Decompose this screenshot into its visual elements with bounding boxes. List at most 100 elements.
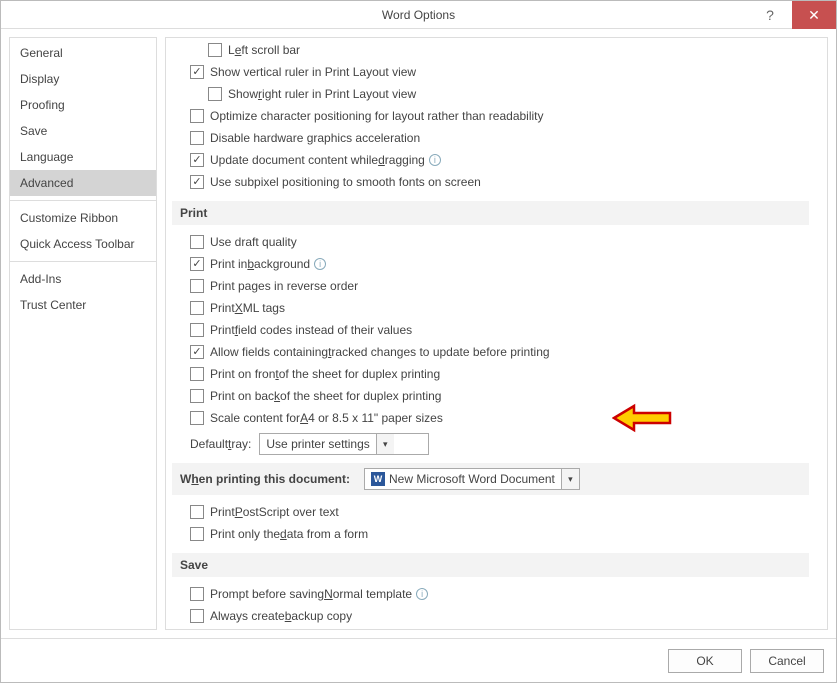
- opt-right-ruler[interactable]: Show right ruler in Print Layout view: [172, 83, 809, 105]
- opt-label: Always create backup copy: [210, 609, 352, 623]
- opt-left-scroll-bar[interactable]: Left scroll bar: [172, 39, 809, 61]
- checkbox[interactable]: [190, 527, 204, 541]
- chevron-down-icon: ▾: [561, 469, 579, 489]
- close-button[interactable]: ✕: [792, 1, 836, 29]
- opt-label: Use subpixel positioning to smooth fonts…: [210, 175, 481, 189]
- sidebar-separator: [10, 261, 156, 262]
- checkbox[interactable]: [190, 279, 204, 293]
- sidebar-item-general[interactable]: General: [10, 40, 156, 66]
- opt-field-codes[interactable]: Print field codes instead of their value…: [172, 319, 809, 341]
- opt-print-back[interactable]: Print on back of the sheet for duplex pr…: [172, 385, 809, 407]
- opt-label: Disable hardware graphics acceleration: [210, 131, 420, 145]
- checkbox[interactable]: [190, 411, 204, 425]
- sidebar-item-language[interactable]: Language: [10, 144, 156, 170]
- opt-backup-copy[interactable]: Always create backup copy: [172, 605, 809, 627]
- document-dropdown[interactable]: W New Microsoft Word Document ▾: [364, 468, 580, 490]
- opt-label: Update document content while dragging: [210, 153, 425, 167]
- opt-subpixel[interactable]: ✓ Use subpixel positioning to smooth fon…: [172, 171, 809, 193]
- dialog-footer: OK Cancel: [1, 638, 836, 682]
- checkbox[interactable]: [190, 131, 204, 145]
- checkbox[interactable]: ✓: [190, 153, 204, 167]
- chevron-down-icon: ▾: [376, 434, 394, 454]
- checkbox[interactable]: ✓: [190, 175, 204, 189]
- sidebar-item-add-ins[interactable]: Add-Ins: [10, 266, 156, 292]
- default-tray-row: Default tray: Use printer settings ▾: [172, 433, 809, 455]
- section-when-printing: When printing this document: W New Micro…: [172, 463, 809, 495]
- opt-prompt-normal[interactable]: Prompt before saving Normal template i: [172, 583, 809, 605]
- word-options-dialog: Word Options ? ✕ GeneralDisplayProofingS…: [0, 0, 837, 683]
- checkbox[interactable]: [208, 43, 222, 57]
- info-icon[interactable]: i: [416, 588, 428, 600]
- opt-label: Print only the data from a form: [210, 527, 368, 541]
- sidebar-item-proofing[interactable]: Proofing: [10, 92, 156, 118]
- opt-update-drag[interactable]: ✓ Update document content while dragging…: [172, 149, 809, 171]
- opt-label: Print pages in reverse order: [210, 279, 358, 293]
- info-icon[interactable]: i: [429, 154, 441, 166]
- opt-print-xml[interactable]: Print XML tags: [172, 297, 809, 319]
- titlebar: Word Options ? ✕: [1, 1, 836, 29]
- opt-label: Print in background: [210, 257, 310, 271]
- checkbox[interactable]: [190, 323, 204, 337]
- opt-label: Allow fields containing tracked changes …: [210, 345, 550, 359]
- default-tray-value: Use printer settings: [266, 437, 369, 451]
- opt-scale-a4[interactable]: Scale content for A4 or 8.5 x 11" paper …: [172, 407, 809, 429]
- opt-label: Scale content for A4 or 8.5 x 11" paper …: [210, 411, 443, 425]
- info-icon[interactable]: i: [314, 258, 326, 270]
- cancel-button[interactable]: Cancel: [750, 649, 824, 673]
- section-save: Save: [172, 553, 809, 577]
- checkbox[interactable]: [190, 587, 204, 601]
- opt-copy-remote[interactable]: Copy remotely stored files onto your com…: [172, 627, 809, 629]
- sidebar-item-trust-center[interactable]: Trust Center: [10, 292, 156, 318]
- checkbox[interactable]: [190, 235, 204, 249]
- when-printing-label: When printing this document:: [180, 472, 350, 486]
- opt-print-background[interactable]: ✓ Print in background i: [172, 253, 809, 275]
- opt-label: Prompt before saving Normal template: [210, 587, 412, 601]
- checkbox[interactable]: [190, 367, 204, 381]
- opt-postscript[interactable]: Print PostScript over text: [172, 501, 809, 523]
- sidebar-separator: [10, 200, 156, 201]
- content-scroll[interactable]: Left scroll bar ✓ Show vertical ruler in…: [166, 38, 827, 629]
- ok-button[interactable]: OK: [668, 649, 742, 673]
- sidebar-item-advanced[interactable]: Advanced: [10, 170, 156, 196]
- checkbox[interactable]: [190, 609, 204, 623]
- checkbox[interactable]: [190, 389, 204, 403]
- dialog-body: GeneralDisplayProofingSaveLanguageAdvanc…: [1, 29, 836, 638]
- default-tray-dropdown[interactable]: Use printer settings ▾: [259, 433, 429, 455]
- sidebar-item-save[interactable]: Save: [10, 118, 156, 144]
- sidebar-item-quick-access-toolbar[interactable]: Quick Access Toolbar: [10, 231, 156, 257]
- opt-draft-quality[interactable]: Use draft quality: [172, 231, 809, 253]
- opt-label: Print PostScript over text: [210, 505, 339, 519]
- opt-tracked-fields[interactable]: ✓ Allow fields containing tracked change…: [172, 341, 809, 363]
- opt-label: Optimize character positioning for layou…: [210, 109, 544, 123]
- checkbox[interactable]: [208, 87, 222, 101]
- opt-label: Print field codes instead of their value…: [210, 323, 412, 337]
- opt-label: Show vertical ruler in Print Layout view: [210, 65, 416, 79]
- opt-label: Left scroll bar: [228, 43, 300, 57]
- sidebar-item-display[interactable]: Display: [10, 66, 156, 92]
- sidebar-item-customize-ribbon[interactable]: Customize Ribbon: [10, 205, 156, 231]
- opt-label: Print XML tags: [210, 301, 285, 315]
- checkbox[interactable]: [190, 109, 204, 123]
- opt-disable-hw[interactable]: Disable hardware graphics acceleration: [172, 127, 809, 149]
- opt-reverse-order[interactable]: Print pages in reverse order: [172, 275, 809, 297]
- help-button[interactable]: ?: [748, 1, 792, 29]
- opt-print-form-data[interactable]: Print only the data from a form: [172, 523, 809, 545]
- section-print: Print: [172, 201, 809, 225]
- dialog-title: Word Options: [382, 8, 455, 22]
- opt-label: Print on front of the sheet for duplex p…: [210, 367, 440, 381]
- document-dropdown-value: New Microsoft Word Document: [389, 472, 555, 486]
- sidebar: GeneralDisplayProofingSaveLanguageAdvanc…: [9, 37, 157, 630]
- checkbox[interactable]: ✓: [190, 257, 204, 271]
- opt-label: Show right ruler in Print Layout view: [228, 87, 416, 101]
- opt-optimize-char[interactable]: Optimize character positioning for layou…: [172, 105, 809, 127]
- checkbox[interactable]: [190, 301, 204, 315]
- opt-vertical-ruler[interactable]: ✓ Show vertical ruler in Print Layout vi…: [172, 61, 809, 83]
- highlight-arrow-icon: [612, 403, 674, 433]
- checkbox[interactable]: ✓: [190, 65, 204, 79]
- checkbox[interactable]: ✓: [190, 345, 204, 359]
- opt-label: Use draft quality: [210, 235, 297, 249]
- checkbox[interactable]: [190, 505, 204, 519]
- opt-label: Print on back of the sheet for duplex pr…: [210, 389, 441, 403]
- content-panel: Left scroll bar ✓ Show vertical ruler in…: [165, 37, 828, 630]
- opt-print-front[interactable]: Print on front of the sheet for duplex p…: [172, 363, 809, 385]
